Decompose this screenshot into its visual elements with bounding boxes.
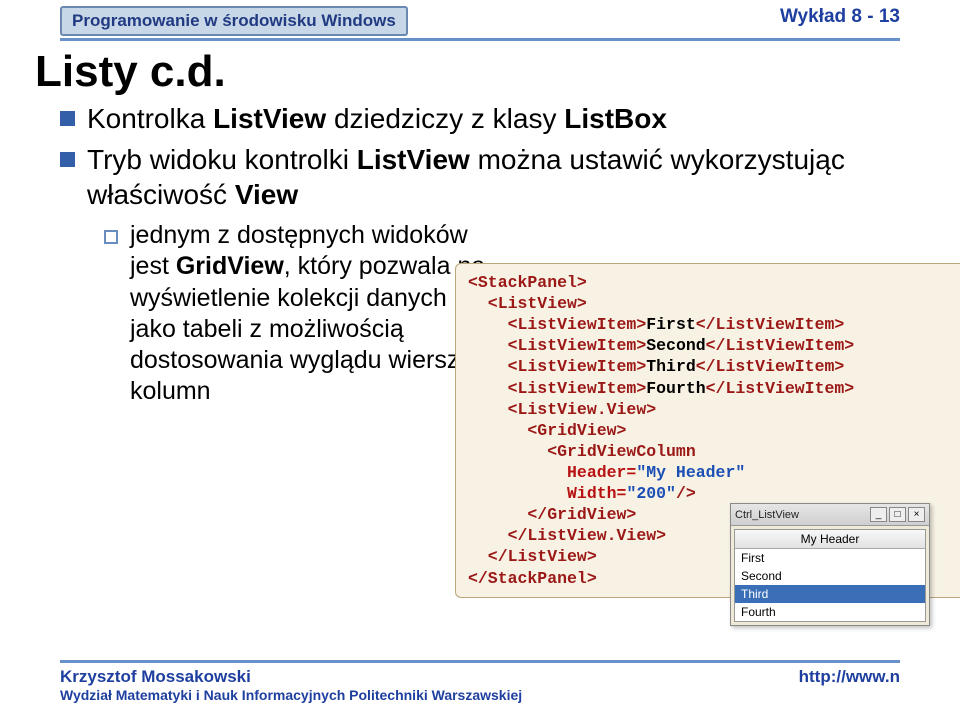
page-title: Listy c.d. — [35, 47, 960, 97]
preview-window: Ctrl_ListView _ □ × My Header FirstSecon… — [730, 503, 930, 626]
sub-bullet-text: jednym z dostępnych widoków jest GridVie… — [130, 220, 490, 408]
bullet-1-text: Kontrolka ListView dziedziczy z klasy Li… — [87, 101, 667, 136]
list-item[interactable]: Fourth — [735, 603, 925, 621]
top-bar: Programowanie w środowisku Windows Wykła… — [0, 0, 960, 36]
gridview-column-header[interactable]: My Header — [735, 530, 925, 549]
minimize-button[interactable]: _ — [870, 507, 887, 522]
maximize-button[interactable]: □ — [889, 507, 906, 522]
list-item[interactable]: Second — [735, 567, 925, 585]
lecture-number: Wykład 8 - 13 — [780, 6, 900, 28]
list-item[interactable]: Third — [735, 585, 925, 603]
course-title: Programowanie w środowisku Windows — [60, 6, 408, 36]
list-item[interactable]: First — [735, 549, 925, 567]
footer-url: http://www.n — [799, 667, 900, 687]
bullet-1: Kontrolka ListView dziedziczy z klasy Li… — [60, 101, 930, 136]
bullet-2: Tryb widoku kontrolki ListView można ust… — [60, 142, 930, 212]
footer-left: Krzysztof Mossakowski Wydział Matematyki… — [60, 667, 522, 703]
author-name: Krzysztof Mossakowski — [60, 667, 522, 687]
listview-items: FirstSecondThirdFourth — [735, 549, 925, 621]
preview-body: My Header FirstSecondThirdFourth — [734, 529, 926, 622]
department: Wydział Matematyki i Nauk Informacyjnych… — [60, 687, 522, 703]
preview-title-text: Ctrl_ListView — [735, 509, 870, 521]
footer: Krzysztof Mossakowski Wydział Matematyki… — [0, 660, 960, 720]
close-button[interactable]: × — [908, 507, 925, 522]
divider-top — [60, 38, 900, 41]
bullet-2-text: Tryb widoku kontrolki ListView można ust… — [87, 142, 930, 212]
footer-row: Krzysztof Mossakowski Wydział Matematyki… — [0, 663, 960, 703]
bullet-icon — [60, 111, 75, 126]
bullet-icon — [60, 152, 75, 167]
content-area: Kontrolka ListView dziedziczy z klasy Li… — [60, 101, 930, 408]
window-buttons: _ □ × — [870, 507, 925, 522]
sub-bullet-icon — [104, 230, 118, 244]
preview-titlebar: Ctrl_ListView _ □ × — [731, 504, 929, 526]
